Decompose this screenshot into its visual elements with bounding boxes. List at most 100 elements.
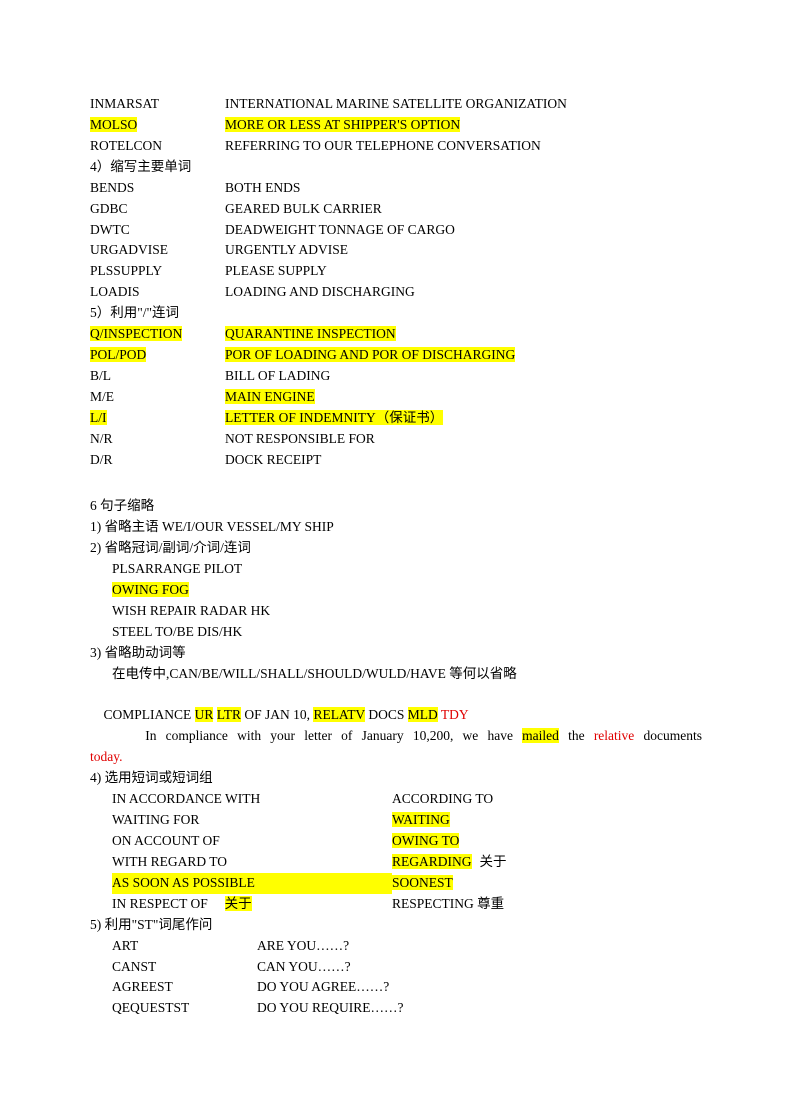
- def-text: LOADING AND DISCHARGING: [225, 284, 415, 299]
- abbr-row: LOADIS LOADING AND DISCHARGING: [90, 282, 702, 303]
- highlight-text: MLD: [408, 707, 438, 722]
- def-text: LETTER OF INDEMNITY（保证书）: [225, 410, 443, 425]
- def-text: DOCK RECEIPT: [225, 452, 321, 467]
- today-text: today.: [90, 747, 702, 768]
- pair-left-text: WAITING FOR: [112, 812, 199, 827]
- pair-left-text: ON ACCOUNT OF: [112, 833, 220, 848]
- st-row: ART ARE YOU……?: [112, 936, 702, 957]
- abbr-text: LOADIS: [90, 284, 140, 299]
- abbr-text: D/R: [90, 452, 113, 467]
- abbr-row: B/L BILL OF LADING: [90, 366, 702, 387]
- pair-left-text: IN RESPECT OF: [112, 896, 208, 911]
- def-text: QUARANTINE INSPECTION: [225, 326, 396, 341]
- highlight-text: UR: [195, 707, 214, 722]
- st-abbr: ART: [112, 938, 138, 953]
- pair-right-text: RESPECTING 尊重: [392, 896, 504, 911]
- abbr-text: B/L: [90, 368, 111, 383]
- pair-left-text: WITH REGARD TO: [112, 854, 227, 869]
- pair-row: WITH REGARD TO REGARDING 关于: [112, 852, 702, 873]
- abbr-row: PLSSUPPLY PLEASE SUPPLY: [90, 261, 702, 282]
- section-6-5: 5) 利用"ST"词尾作问: [90, 915, 702, 936]
- abbr-row: Q/INSPECTION QUARANTINE INSPECTION: [90, 324, 702, 345]
- def-text: NOT RESPONSIBLE FOR: [225, 431, 375, 446]
- abbr-row: M/E MAIN ENGINE: [90, 387, 702, 408]
- section-6-3: 3) 省略助动词等: [90, 643, 702, 664]
- pair-right-text: ACCORDING TO: [392, 791, 493, 806]
- abbr-text: ROTELCON: [90, 138, 162, 153]
- pair-right-text: REGARDING: [392, 854, 472, 869]
- red-text: TDY: [441, 707, 469, 722]
- def-text: DEADWEIGHT TONNAGE OF CARGO: [225, 222, 455, 237]
- section-header-5: 5）利用"/"连词: [90, 303, 702, 324]
- line-text: OWING FOG: [90, 580, 702, 601]
- section-6-4: 4) 选用短词或短词组: [90, 768, 702, 789]
- pair-left-text: IN ACCORDANCE WITH: [112, 791, 260, 806]
- st-def: ARE YOU……?: [257, 936, 349, 957]
- document-page: INMARSAT INTERNATIONAL MARINE SATELLITE …: [0, 0, 792, 1079]
- def-text: MORE OR LESS AT SHIPPER'S OPTION: [225, 117, 460, 132]
- about-text: 关于: [225, 896, 252, 911]
- pair-left-text: AS SOON AS POSSIBLE: [112, 875, 255, 890]
- abbr-row: ROTELCON REFERRING TO OUR TELEPHONE CONV…: [90, 136, 702, 157]
- text: documents: [634, 728, 702, 743]
- note-text: 关于: [480, 854, 507, 869]
- st-row: QEQUESTSTDO YOU REQUIRE……?: [112, 998, 702, 1019]
- red-text: relative: [594, 728, 634, 743]
- abbr-row: L/I LETTER OF INDEMNITY（保证书）: [90, 408, 702, 429]
- st-abbr: AGREEST: [112, 979, 173, 994]
- abbr-row: BENDSBOTH ENDS: [90, 178, 702, 199]
- abbr-text: GDBC: [90, 201, 128, 216]
- st-abbr: CANST: [112, 959, 156, 974]
- highlight-text: RELATV: [313, 707, 365, 722]
- abbr-text: BENDS: [90, 180, 134, 195]
- abbr-row: N/RNOT RESPONSIBLE FOR: [90, 429, 702, 450]
- line-text: PLSARRANGE PILOT: [90, 559, 702, 580]
- line-text: 在电传中,CAN/BE/WILL/SHALL/SHOULD/WULD/HAVE …: [90, 664, 702, 685]
- pair-right-text: SOONEST: [392, 875, 453, 890]
- abbr-text: Q/INSPECTION: [90, 326, 182, 341]
- def-text: GEARED BULK CARRIER: [225, 201, 382, 216]
- pair-row: ON ACCOUNT OF OWING TO: [112, 831, 702, 852]
- highlight-text: OWING FOG: [112, 582, 189, 597]
- abbr-row: MOLSO MORE OR LESS AT SHIPPER'S OPTION: [90, 115, 702, 136]
- pair-row: IN ACCORDANCE WITH ACCORDING TO: [112, 789, 702, 810]
- def-text: BILL OF LADING: [225, 368, 330, 383]
- abbr-row: GDBC GEARED BULK CARRIER: [90, 199, 702, 220]
- st-def: CAN YOU……?: [257, 957, 351, 978]
- text: COMPLIANCE: [90, 707, 195, 722]
- st-row: CANST CAN YOU……?: [112, 957, 702, 978]
- section-6-2: 2) 省略冠词/副词/介词/连词: [90, 538, 702, 559]
- pair-row: IN RESPECT OF 关于 RESPECTING 尊重: [112, 894, 702, 915]
- abbr-text: URGADVISE: [90, 242, 168, 257]
- line-text: WISH REPAIR RADAR HK: [90, 601, 702, 622]
- line-text: STEEL TO/BE DIS/HK: [90, 622, 702, 643]
- def-text: INTERNATIONAL MARINE SATELLITE ORGANIZAT…: [225, 96, 567, 111]
- text: In compliance with your letter of Januar…: [90, 728, 522, 743]
- pair-row: WAITING FOR WAITING: [112, 810, 702, 831]
- abbr-text: M/E: [90, 389, 114, 404]
- def-text: URGENTLY ADVISE: [225, 242, 348, 257]
- st-row: AGREESTDO YOU AGREE……?: [112, 977, 702, 998]
- text: DOCS: [365, 707, 408, 722]
- text: OF JAN 10,: [241, 707, 313, 722]
- pair-row: AS SOON AS POSSIBLE SOONEST: [112, 873, 702, 894]
- st-def: DO YOU REQUIRE……?: [257, 998, 403, 1019]
- highlight-text: LTR: [217, 707, 241, 722]
- abbr-text: POL/POD: [90, 347, 146, 362]
- pair-right-text: WAITING: [392, 812, 450, 827]
- pair-right-text: OWING TO: [392, 833, 459, 848]
- abbr-row: INMARSAT INTERNATIONAL MARINE SATELLITE …: [90, 94, 702, 115]
- def-text: MAIN ENGINE: [225, 389, 315, 404]
- section-header-4: 4）缩写主要单词: [90, 157, 702, 178]
- abbr-text: MOLSO: [90, 117, 137, 132]
- compliance-line: COMPLIANCE UR LTR OF JAN 10, RELATV DOCS…: [90, 685, 702, 727]
- abbr-row: D/R DOCK RECEIPT: [90, 450, 702, 471]
- abbr-text: INMARSAT: [90, 96, 159, 111]
- explanation-line: In compliance with your letter of Januar…: [90, 726, 702, 747]
- abbr-text: L/I: [90, 410, 107, 425]
- def-text: POR OF LOADING AND POR OF DISCHARGING: [225, 347, 515, 362]
- section-header-6: 6 句子缩略: [90, 496, 702, 517]
- abbr-text: PLSSUPPLY: [90, 263, 162, 278]
- abbr-row: DWTC DEADWEIGHT TONNAGE OF CARGO: [90, 220, 702, 241]
- abbr-text: DWTC: [90, 222, 130, 237]
